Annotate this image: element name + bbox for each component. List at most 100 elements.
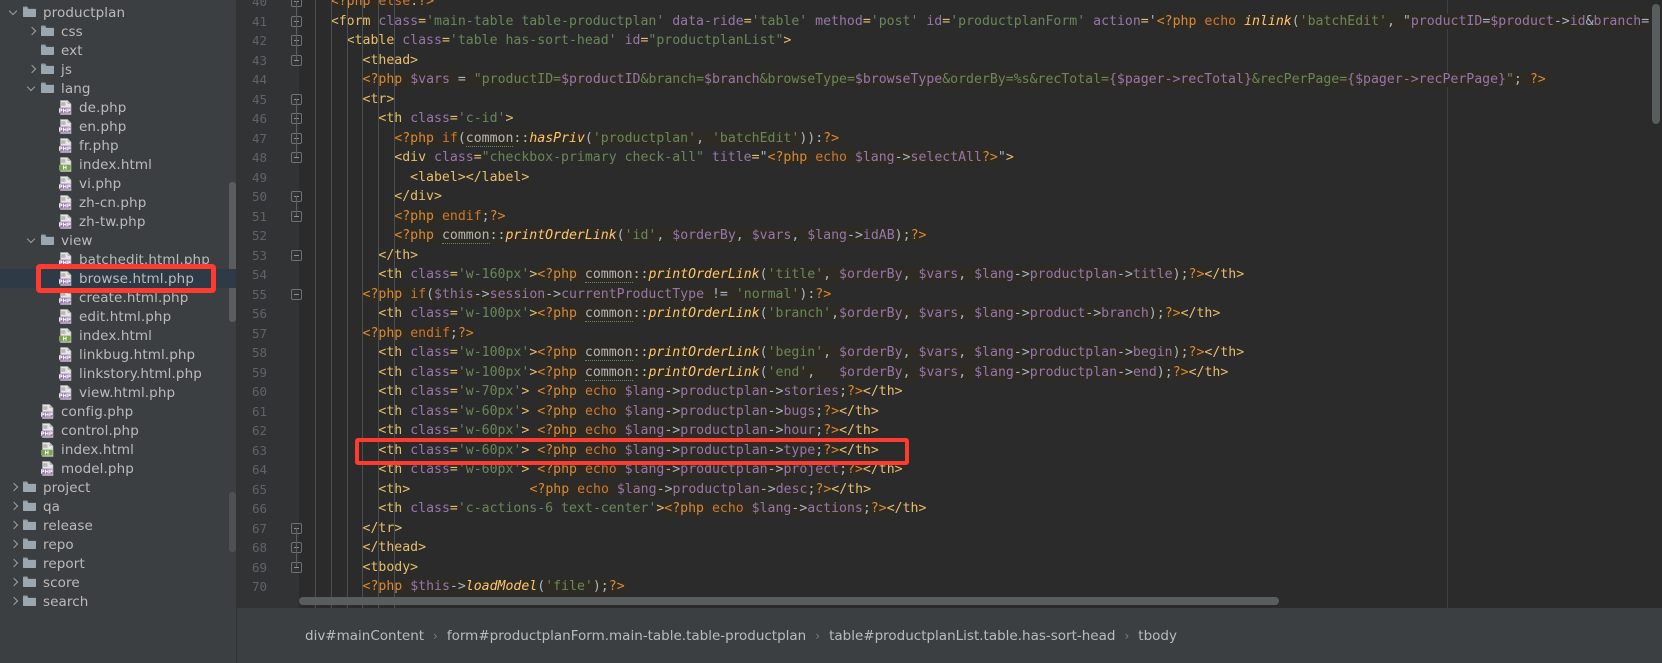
code-line-53[interactable]: </th> (299, 246, 418, 266)
editor-code-area[interactable]: <?php else:?> <form class='main-table ta… (299, 0, 1662, 608)
code-line-54[interactable]: <th class='w-160px'><?php common::printO… (299, 265, 1244, 285)
tree-item-lang[interactable]: lang (0, 79, 237, 98)
code-line-50[interactable]: </div> (299, 187, 442, 207)
tree-item-search[interactable]: search (0, 592, 237, 608)
code-line-49[interactable]: <label></label> (299, 168, 529, 188)
tree-item-index-html[interactable]: Hindex.html (0, 440, 237, 459)
breadcrumb-item[interactable]: tbody (1138, 628, 1177, 644)
chevron-down-icon[interactable] (26, 83, 38, 95)
tree-item-batchedit-html-php[interactable]: PHP batchedit.html.php (0, 250, 237, 269)
code-line-62[interactable]: <th class='w-60px'> <?php echo $lang->pr… (299, 421, 879, 441)
tree-item-de-php[interactable]: PHP de.php (0, 98, 237, 117)
tree-item-label: model.php (61, 460, 134, 477)
folder-icon (22, 556, 39, 571)
tree-item-report[interactable]: report (0, 554, 237, 573)
code-editor[interactable]: 40 41 42 43 44 45 46 47 48 49 50 51 52 53 54 55 56 57 58 59… (237, 0, 1662, 608)
chevron-right-icon[interactable] (8, 482, 20, 494)
code-line-57[interactable]: <?php endif;?> (299, 324, 474, 344)
code-line-60[interactable]: <th class='w-70px'> <?php echo $lang->pr… (299, 382, 903, 402)
line-number: 66 (251, 501, 267, 516)
code-line-58[interactable]: <th class='w-100px'><?php common::printO… (299, 343, 1244, 363)
code-line-52[interactable]: <?php common::printOrderLink('id', $orde… (299, 226, 927, 246)
project-file-tree[interactable]: productplan css ext js lang PHP de.php PHP en.ph… (0, 0, 237, 608)
tree-item-linkstory-html-php[interactable]: PHP linkstory.html.php (0, 364, 237, 383)
tree-item-ext[interactable]: ext (0, 41, 237, 60)
code-line-61[interactable]: <th class='w-60px'> <?php echo $lang->pr… (299, 402, 879, 422)
tree-item-label: repo (43, 536, 74, 553)
chevron-right-icon[interactable] (8, 520, 20, 532)
breadcrumb-item[interactable]: div#mainContent (305, 628, 424, 644)
line-number: 70 (251, 579, 267, 594)
tree-item-css[interactable]: css (0, 22, 237, 41)
breadcrumb-items[interactable]: div#mainContent › form#productplanForm.mai… (237, 628, 1177, 644)
chevron-right-icon[interactable] (8, 577, 20, 589)
no-chevron-spacer (44, 311, 56, 323)
chevron-down-icon[interactable] (8, 7, 20, 19)
tree-item-label: lang (61, 80, 91, 97)
breadcrumb-item[interactable]: table#productplanList.table.has-sort-hea… (829, 628, 1115, 644)
tree-item-model-php[interactable]: PHP model.php (0, 459, 237, 478)
chevron-right-icon[interactable] (26, 26, 38, 38)
line-number: 57 (251, 325, 267, 341)
folder-icon (22, 537, 39, 552)
editor-horizontal-scrollbar[interactable] (299, 597, 1279, 605)
breadcrumb-item[interactable]: form#productplanForm.main-table.table-pr… (447, 628, 806, 644)
code-line-65[interactable]: <th> <?php echo $lang->productplan->desc… (299, 480, 871, 500)
chevron-right-icon[interactable] (26, 64, 38, 76)
tree-item-js[interactable]: js (0, 60, 237, 79)
tree-item-zh-tw-php[interactable]: PHP zh-tw.php (0, 212, 237, 231)
code-line-43[interactable]: <thead> (299, 51, 419, 71)
php-file-icon: PHP (58, 119, 75, 134)
tree-item-create-html-php[interactable]: PHP create.html.php (0, 288, 237, 307)
code-line-41[interactable]: <form class='main-table table-productpla… (299, 12, 1650, 32)
tree-item-en-php[interactable]: PHP en.php (0, 117, 237, 136)
tree-item-vi-php[interactable]: PHP vi.php (0, 174, 237, 193)
tree-item-zh-cn-php[interactable]: PHP zh-cn.php (0, 193, 237, 212)
code-line-63[interactable]: <th class='w-60px'> <?php echo $lang->pr… (299, 441, 879, 461)
folder-icon (40, 43, 57, 58)
php-file-icon: PHP (58, 347, 75, 362)
code-line-59[interactable]: <th class='w-100px'><?php common::printO… (299, 363, 1228, 383)
php-file-icon: PHP (58, 385, 75, 400)
tree-item-label: qa (43, 498, 61, 515)
code-line-64[interactable]: <th class='w-60px'> <?php echo $lang->pr… (299, 460, 903, 480)
no-chevron-spacer (44, 387, 56, 399)
code-line-47[interactable]: <?php if(common::hasPriv('productplan', … (299, 129, 840, 149)
code-line-48[interactable]: <div class="checkbox-primary check-all" … (299, 148, 1014, 168)
tree-item-productplan[interactable]: productplan (0, 3, 237, 22)
chevron-right-icon[interactable] (8, 539, 20, 551)
tree-item-index-html[interactable]: Hindex.html (0, 326, 237, 345)
code-line-42[interactable]: <table class='table has-sort-head' id="p… (299, 31, 792, 51)
tree-item-browse-html-php[interactable]: PHP browse.html.php (0, 269, 237, 288)
chevron-right-icon[interactable] (8, 501, 20, 513)
tree-item-config-php[interactable]: PHP config.php (0, 402, 237, 421)
tree-item-fr-php[interactable]: PHP fr.php (0, 136, 237, 155)
tree-item-index-html[interactable]: Hindex.html (0, 155, 237, 174)
editor-vertical-scrollbar[interactable] (1652, 4, 1660, 124)
tree-item-score[interactable]: score (0, 573, 237, 592)
tree-item-qa[interactable]: qa (0, 497, 237, 516)
tree-item-project[interactable]: project (0, 478, 237, 497)
chevron-down-icon[interactable] (26, 235, 38, 247)
tree-item-release[interactable]: release (0, 516, 237, 535)
svg-text:PHP: PHP (59, 298, 71, 304)
tree-item-view[interactable]: view (0, 231, 237, 250)
chevron-right-icon[interactable] (8, 596, 20, 608)
editor-gutter[interactable]: 40 41 42 43 44 45 46 47 48 49 50 51 52 53 54 55 56 57 58 59… (237, 0, 302, 608)
tree-item-repo[interactable]: repo (0, 535, 237, 554)
code-line-40[interactable]: <?php else:?> (299, 0, 435, 12)
tree-item-view-html-php[interactable]: PHP view.html.php (0, 383, 237, 402)
php-file-icon: PHP (40, 461, 57, 476)
line-number: 58 (251, 345, 267, 360)
code-line-56[interactable]: <th class='w-100px'><?php common::printO… (299, 304, 1220, 324)
code-line-66[interactable]: <th class='c-actions-6 text-center'><?ph… (299, 499, 926, 519)
tree-item-edit-html-php[interactable]: PHP edit.html.php (0, 307, 237, 326)
tree-item-control-php[interactable]: PHP control.php (0, 421, 237, 440)
tree-item-linkbug-html-php[interactable]: PHP linkbug.html.php (0, 345, 237, 364)
code-line-44[interactable]: <?php $vars = "productID=$productID&bran… (299, 70, 1546, 90)
tree-item-label: search (43, 593, 89, 609)
code-line-69[interactable]: <tbody> (299, 558, 419, 578)
folder-icon (22, 518, 39, 533)
chevron-right-icon[interactable] (8, 558, 20, 570)
code-line-70[interactable]: <?php $this->loadModel('file');?> (299, 577, 625, 597)
